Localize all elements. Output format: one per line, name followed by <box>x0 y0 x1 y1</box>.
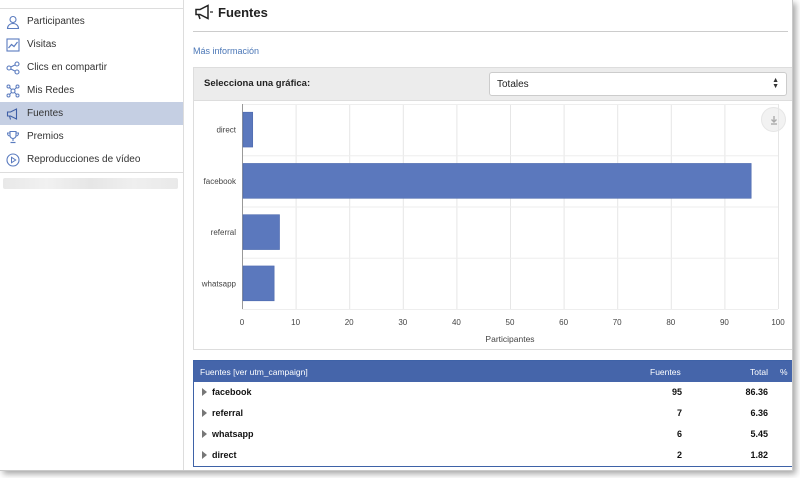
megaphone-icon <box>195 4 213 20</box>
x-tick-label: 50 <box>506 318 515 327</box>
expand-arrow-icon[interactable] <box>202 409 207 417</box>
sidebar-item-fuentes[interactable]: Fuentes <box>0 102 183 125</box>
y-category-label: direct <box>216 126 236 135</box>
x-axis-label: Participantes <box>485 334 534 344</box>
select-arrows-icon: ▲ ▼ <box>772 77 779 90</box>
y-category-label: referral <box>211 228 237 237</box>
sidebar-item-label: Clics en compartir <box>27 62 108 73</box>
sidebar-divider <box>0 8 183 9</box>
page-title-text: Fuentes <box>218 4 268 20</box>
table-header: Fuentes [ver utm_campaign] Fuentes Total… <box>194 361 792 382</box>
row-percent: 1.82 <box>750 450 768 460</box>
row-count: 2 <box>676 450 682 460</box>
x-tick-label: 30 <box>398 318 407 327</box>
trophy-icon <box>6 130 20 144</box>
sidebar: Participantes Visitas Clics en compartir… <box>0 0 184 470</box>
table-row[interactable]: direct 2 1.82 <box>194 445 792 466</box>
line-chart-icon <box>6 37 20 52</box>
row-source: whatsapp <box>212 429 254 439</box>
sidebar-item-mis-redes[interactable]: Mis Redes <box>0 79 183 102</box>
main-content: Fuentes Más información Selecciona una g… <box>184 0 792 470</box>
sidebar-item-label: Mis Redes <box>27 85 75 96</box>
sidebar-item-participantes[interactable]: Participantes <box>0 10 183 33</box>
x-tick-label: 80 <box>666 318 675 327</box>
sidebar-item-visitas[interactable]: Visitas <box>0 33 183 56</box>
expand-arrow-icon[interactable] <box>202 451 207 459</box>
chart-panel-header: Selecciona una gráfica: Totales ▲ ▼ <box>194 68 792 101</box>
row-percent: 5.45 <box>750 429 768 439</box>
bar <box>242 214 280 250</box>
more-info-link[interactable]: Más información <box>193 46 259 56</box>
x-tick-label: 100 <box>771 318 785 327</box>
row-count: 95 <box>671 387 682 397</box>
sidebar-item-label: Reproducciones de vídeo <box>27 154 141 165</box>
sidebar-item-label: Visitas <box>27 39 57 50</box>
y-category-label: whatsapp <box>201 279 237 288</box>
row-percent: 6.36 <box>750 408 768 418</box>
play-icon <box>6 152 20 167</box>
page-title: Fuentes <box>194 4 268 20</box>
bar <box>242 111 254 148</box>
x-tick-label: 0 <box>240 318 245 327</box>
y-category-label: facebook <box>204 177 237 186</box>
table-row[interactable]: whatsapp 6 5.45 <box>194 424 792 445</box>
app-window: Participantes Visitas Clics en compartir… <box>0 0 793 471</box>
x-tick-label: 70 <box>613 318 622 327</box>
chart-select-label: Selecciona una gráfica: <box>204 78 311 89</box>
share-icon <box>6 60 20 75</box>
header-percent: % <box>780 367 788 377</box>
header-total: Total <box>750 367 768 377</box>
bar <box>242 163 752 199</box>
sidebar-divider <box>0 172 183 173</box>
chart-type-select[interactable]: Totales ▲ ▼ <box>489 72 787 96</box>
table-row[interactable]: referral 7 6.36 <box>194 403 792 424</box>
sidebar-item-premios[interactable]: Premios <box>0 125 183 148</box>
title-divider <box>193 31 788 32</box>
x-tick-label: 10 <box>291 318 300 327</box>
header-fuentes: Fuentes <box>650 367 681 377</box>
row-source: referral <box>212 408 244 418</box>
chart-panel: Selecciona una gráfica: Totales ▲ ▼ 0 10 20… <box>193 67 792 350</box>
bar-chart: 0 10 20 30 40 50 60 70 80 90 100 direct facebook refe… <box>201 104 785 344</box>
row-count: 6 <box>676 429 682 439</box>
blurred-text <box>3 178 178 189</box>
row-source: facebook <box>212 387 252 397</box>
sidebar-item-label: Participantes <box>27 16 85 27</box>
x-tick-label: 40 <box>452 318 461 327</box>
network-icon <box>6 84 20 98</box>
sidebar-item-reproducciones-de-video[interactable]: Reproducciones de vídeo <box>0 148 183 171</box>
expand-arrow-icon[interactable] <box>202 388 207 396</box>
user-icon <box>6 15 20 29</box>
chart-type-select-value: Totales <box>497 78 529 90</box>
sidebar-item-clics-en-compartir[interactable]: Clics en compartir <box>0 56 183 79</box>
row-count: 7 <box>676 408 682 418</box>
sidebar-item-label: Premios <box>27 131 64 142</box>
table-row[interactable]: facebook 95 86.36 <box>194 382 792 403</box>
sources-table: Fuentes [ver utm_campaign] Fuentes Total… <box>193 360 792 467</box>
header-fuentes-campaign[interactable]: Fuentes [ver utm_campaign] <box>200 367 308 377</box>
x-tick-label: 90 <box>720 318 729 327</box>
row-source: direct <box>212 450 237 460</box>
sidebar-item-label: Fuentes <box>27 108 64 119</box>
row-percent: 86.36 <box>745 387 768 397</box>
x-tick-label: 20 <box>345 318 354 327</box>
expand-arrow-icon[interactable] <box>202 430 207 438</box>
megaphone-icon <box>6 107 20 121</box>
x-tick-label: 60 <box>559 318 568 327</box>
bar <box>242 265 275 302</box>
